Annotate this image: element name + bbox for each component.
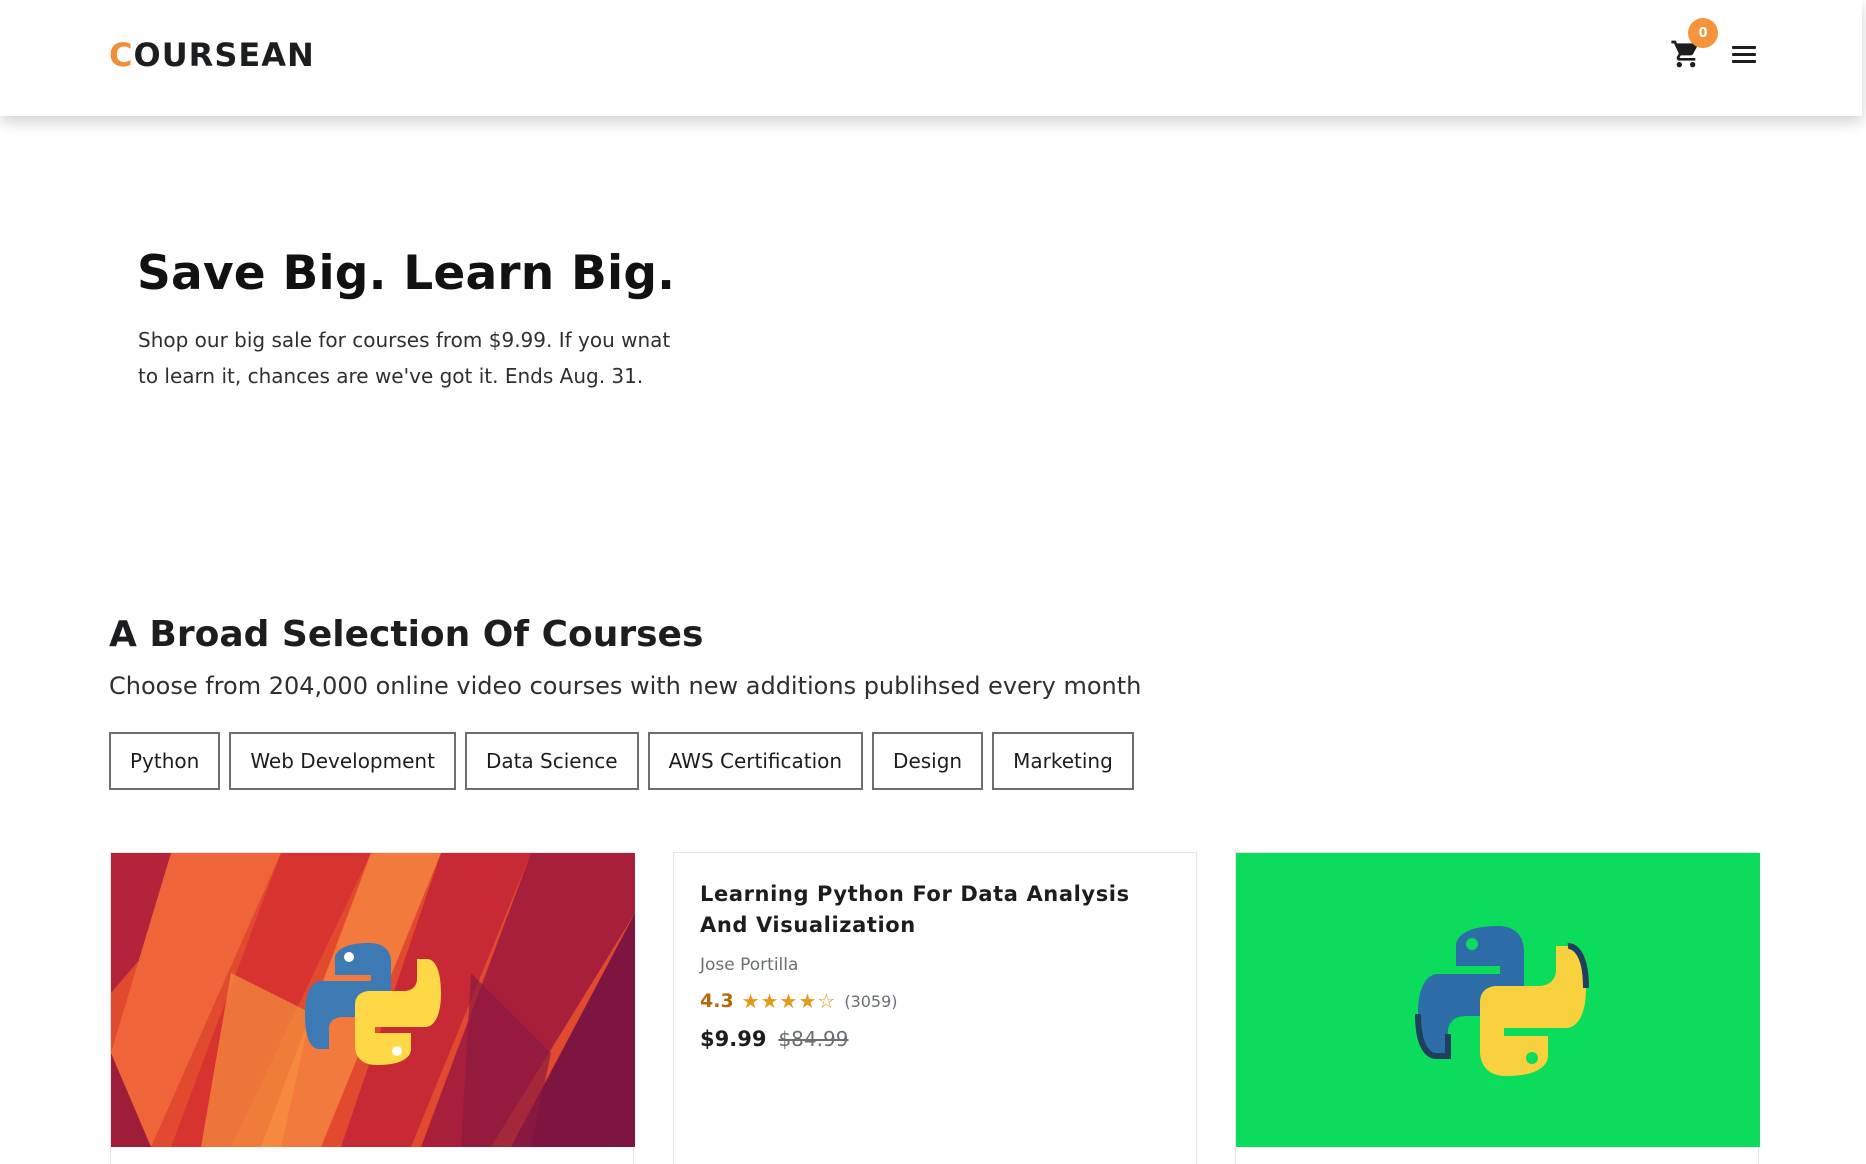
section-subtitle: Choose from 204,000 online video courses… (109, 672, 1142, 700)
rating-value: 4.3 (700, 990, 734, 1012)
current-price: $9.99 (700, 1027, 767, 1051)
course-thumbnail-python-red (111, 853, 635, 1147)
course-card[interactable] (110, 852, 635, 1164)
course-rating: 4.3 ★★★★☆ (3059) (700, 989, 1170, 1013)
logo-accent-letter: C (109, 36, 134, 74)
section-title: A Broad Selection Of Courses (109, 614, 704, 655)
tab-marketing[interactable]: Marketing (992, 732, 1134, 790)
tab-aws-certification[interactable]: AWS Certification (647, 732, 864, 790)
tab-web-development[interactable]: Web Development (229, 732, 456, 790)
top-navbar: COURSEAN 0 (0, 0, 1862, 116)
review-count: (3059) (844, 991, 898, 1011)
course-title[interactable]: Learning Python For Data Analysis And Vi… (700, 879, 1170, 941)
course-thumbnail-python-green (1236, 853, 1760, 1147)
hamburger-menu-icon[interactable] (1732, 46, 1756, 66)
tab-data-science[interactable]: Data Science (464, 732, 639, 790)
course-card[interactable]: Learning Python For Data Analysis And Vi… (673, 852, 1197, 1164)
tab-python[interactable]: Python (109, 732, 221, 790)
cart-count-badge: 0 (1688, 18, 1718, 48)
course-instructor: Jose Portilla (700, 955, 799, 975)
logo-text: OURSEAN (133, 36, 315, 74)
tab-design[interactable]: Design (872, 732, 984, 790)
course-card[interactable] (1235, 852, 1760, 1164)
brand-logo[interactable]: COURSEAN (109, 36, 315, 74)
star-rating-icon: ★★★★☆ (741, 989, 837, 1013)
hero-description: Shop our big sale for courses from $9.99… (138, 328, 671, 388)
page: COURSEAN 0 Save Big. Learn Big. Shop our… (0, 0, 1866, 1164)
category-tabs: Python Web Development Data Science AWS … (109, 732, 1134, 790)
original-price: $84.99 (778, 1027, 849, 1051)
course-price: $9.99 $84.99 (700, 1027, 1170, 1051)
hero-title: Save Big. Learn Big. (137, 246, 676, 301)
